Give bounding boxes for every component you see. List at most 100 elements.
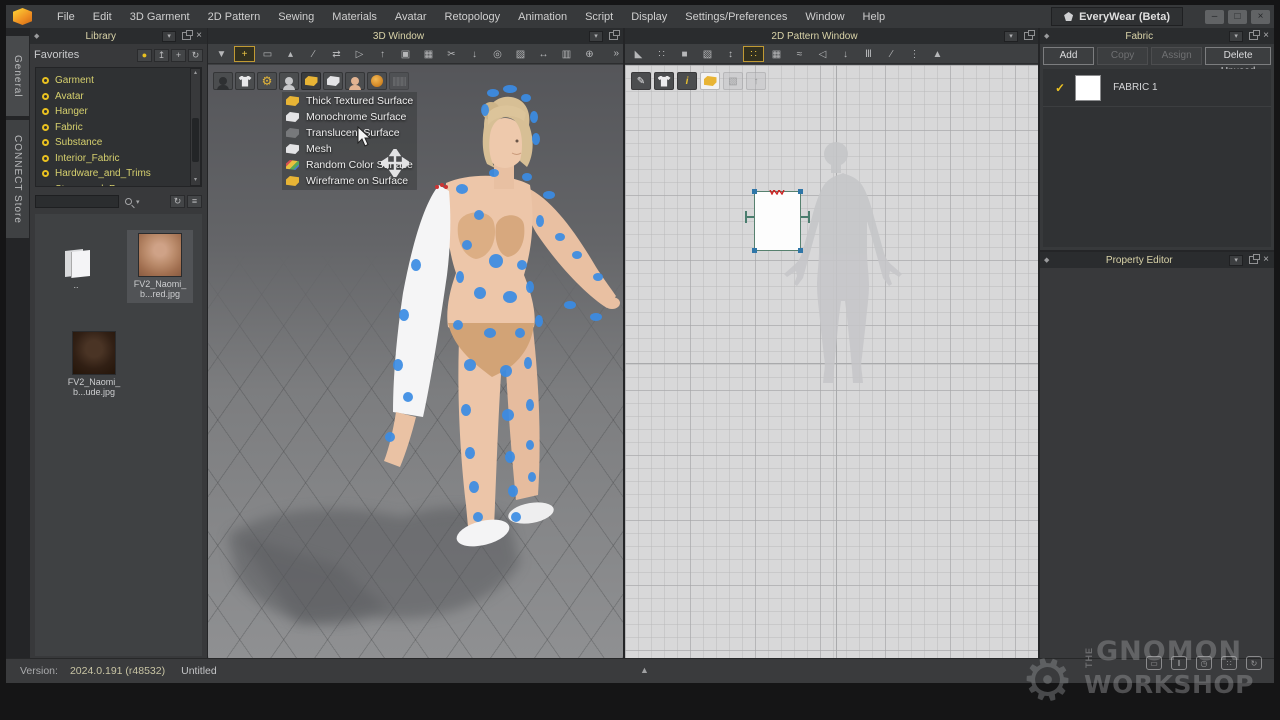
- tool-rectangle[interactable]: ■: [674, 46, 695, 62]
- tool-line[interactable]: ∕: [881, 46, 902, 62]
- upload-icon[interactable]: ↥: [154, 49, 169, 62]
- tool-texture[interactable]: ▨: [510, 46, 531, 62]
- tool-measure[interactable]: ↔: [533, 46, 554, 62]
- scrollbar-thumb[interactable]: [192, 118, 199, 162]
- menu-window[interactable]: Window: [796, 7, 853, 27]
- tool-select-garment[interactable]: ▴: [280, 46, 301, 62]
- add-favorite-button[interactable]: +: [171, 49, 186, 62]
- toggle-avatar-skin[interactable]: [345, 72, 365, 90]
- app-logo-icon[interactable]: [13, 8, 32, 25]
- tool-transform-pattern[interactable]: ◣: [628, 46, 649, 62]
- search-dropdown-icon[interactable]: ▾: [136, 198, 168, 206]
- toggle-show-garment[interactable]: [235, 72, 255, 90]
- tool-edit-pattern[interactable]: ∷: [651, 46, 672, 62]
- everywear-beta-button[interactable]: EveryWear (Beta): [1051, 7, 1183, 26]
- add-fabric-button[interactable]: Add: [1043, 47, 1094, 65]
- toolbar-overflow-icon[interactable]: »: [613, 48, 619, 59]
- library-item-garment[interactable]: Garment: [42, 73, 201, 89]
- toggle-cloth-texture[interactable]: [323, 72, 343, 90]
- tool-grading[interactable]: ▦: [766, 46, 787, 62]
- menu-materials[interactable]: Materials: [323, 7, 386, 27]
- library-dropdown-icon[interactable]: ▾: [162, 31, 176, 42]
- menu-display[interactable]: Display: [622, 7, 676, 27]
- sidebar-tab-connect-store[interactable]: CONNECT Store: [6, 120, 29, 238]
- tool-pen-3d[interactable]: ∕: [303, 46, 324, 62]
- popout-icon[interactable]: [609, 32, 618, 40]
- toggle-garment-outline[interactable]: [654, 72, 674, 90]
- maximize-button[interactable]: □: [1228, 10, 1247, 24]
- toggle-measure-avatar[interactable]: [389, 72, 409, 90]
- pattern-corner-handle[interactable]: [798, 189, 803, 194]
- toggle-show-avatar[interactable]: [279, 72, 299, 90]
- library-file-browser[interactable]: .. FV2_Naomi_ b...red.jpg FV2_Naomi_ b..…: [35, 214, 202, 656]
- close-icon[interactable]: ×: [1263, 255, 1269, 265]
- tool-needle[interactable]: ↕: [720, 46, 741, 62]
- library-item-hanger[interactable]: Hanger: [42, 104, 201, 120]
- pattern-corner-handle[interactable]: [798, 248, 803, 253]
- tool-grid-arrange[interactable]: ▦: [418, 46, 439, 62]
- 3d-window-dropdown-icon[interactable]: ▾: [589, 31, 603, 42]
- tool-move-avatar[interactable]: ↑: [372, 46, 393, 62]
- file-item-naomi-nude[interactable]: FV2_Naomi_ b...ude.jpg: [61, 328, 127, 397]
- fabric-dropdown-icon[interactable]: ▾: [1229, 31, 1243, 42]
- expand-panel-button[interactable]: ▲: [640, 665, 649, 675]
- menu-animation[interactable]: Animation: [509, 7, 576, 27]
- menu-2d-pattern[interactable]: 2D Pattern: [199, 7, 270, 27]
- close-icon[interactable]: ×: [196, 31, 202, 41]
- toggle-pen-2d[interactable]: ✎: [631, 72, 651, 90]
- menu-settings[interactable]: Settings/Preferences: [676, 7, 796, 27]
- tool-edit-texture[interactable]: ∷: [743, 46, 764, 62]
- tool-garment-2d[interactable]: ◁: [812, 46, 833, 62]
- parent-folder-item[interactable]: ..: [43, 242, 109, 290]
- menu-retopology[interactable]: Retopology: [436, 7, 510, 27]
- close-button[interactable]: ×: [1251, 10, 1270, 24]
- library-item-interior-fabric[interactable]: Interior_Fabric: [42, 151, 201, 167]
- menu-item-translucent-surface[interactable]: Translucent Surface: [286, 125, 413, 141]
- library-scrollbar[interactable]: ▴ ▾: [190, 68, 201, 186]
- minimize-button[interactable]: –: [1205, 10, 1224, 24]
- scroll-up-icon[interactable]: ▴: [194, 69, 197, 78]
- refresh-icon[interactable]: ↻: [188, 49, 203, 62]
- menu-help[interactable]: Help: [854, 7, 895, 27]
- menu-file[interactable]: File: [48, 7, 84, 27]
- popout-icon[interactable]: [1249, 256, 1258, 264]
- menu-script[interactable]: Script: [576, 7, 622, 27]
- toggle-surface-render-mode[interactable]: [301, 72, 321, 90]
- toggle-show-avatar-dark[interactable]: [213, 72, 233, 90]
- 3d-viewport[interactable]: ⚙ Thick Textured Surface Monochrome Surf…: [208, 65, 623, 658]
- toggle-texture-globe[interactable]: [367, 72, 387, 90]
- toggle-export-ghost[interactable]: ↑: [746, 72, 766, 90]
- tool-marker[interactable]: ◎: [487, 46, 508, 62]
- tool-seam[interactable]: ⋮: [904, 46, 925, 62]
- menu-avatar[interactable]: Avatar: [386, 7, 436, 27]
- property-dropdown-icon[interactable]: ▾: [1229, 255, 1243, 266]
- menu-item-monochrome-surface[interactable]: Monochrome Surface: [286, 109, 413, 125]
- close-icon[interactable]: ×: [1263, 31, 1269, 41]
- tool-fold-arrangement[interactable]: ▷: [349, 46, 370, 62]
- 2d-window-dropdown-icon[interactable]: ▾: [1004, 31, 1018, 42]
- pattern-side-handle[interactable]: [801, 216, 810, 218]
- tool-columns[interactable]: ▥: [556, 46, 577, 62]
- menu-3d-garment[interactable]: 3D Garment: [121, 7, 199, 27]
- 2d-viewport[interactable]: ✎ i ▧ ↑: [625, 65, 1038, 658]
- fabric-swatch[interactable]: [1075, 75, 1101, 101]
- list-view-icon[interactable]: ≡: [187, 195, 202, 208]
- popout-icon[interactable]: [182, 32, 191, 40]
- library-item-clipped[interactable]: Stage_and_Props: [42, 182, 201, 188]
- file-item-naomi-red[interactable]: FV2_Naomi_ b...red.jpg: [127, 230, 193, 303]
- tool-pin[interactable]: ↓: [464, 46, 485, 62]
- tool-iron[interactable]: ≈: [789, 46, 810, 62]
- popout-icon[interactable]: [1024, 32, 1033, 40]
- toggle-pattern-ghost[interactable]: ▧: [723, 72, 743, 90]
- scroll-down-icon[interactable]: ▾: [194, 176, 197, 185]
- pattern-side-handle[interactable]: [745, 216, 754, 218]
- library-search-input[interactable]: [35, 195, 119, 208]
- toggle-fabric-view[interactable]: [700, 72, 720, 90]
- pattern-corner-handle[interactable]: [752, 189, 757, 194]
- menu-edit[interactable]: Edit: [84, 7, 121, 27]
- tool-simulate[interactable]: ▼: [211, 46, 232, 62]
- toggle-simulation[interactable]: ⚙: [257, 72, 277, 90]
- menu-item-thick-textured-surface[interactable]: Thick Textured Surface: [286, 93, 413, 109]
- refresh-browser-icon[interactable]: ↻: [170, 195, 185, 208]
- pattern-piece[interactable]: [754, 191, 801, 251]
